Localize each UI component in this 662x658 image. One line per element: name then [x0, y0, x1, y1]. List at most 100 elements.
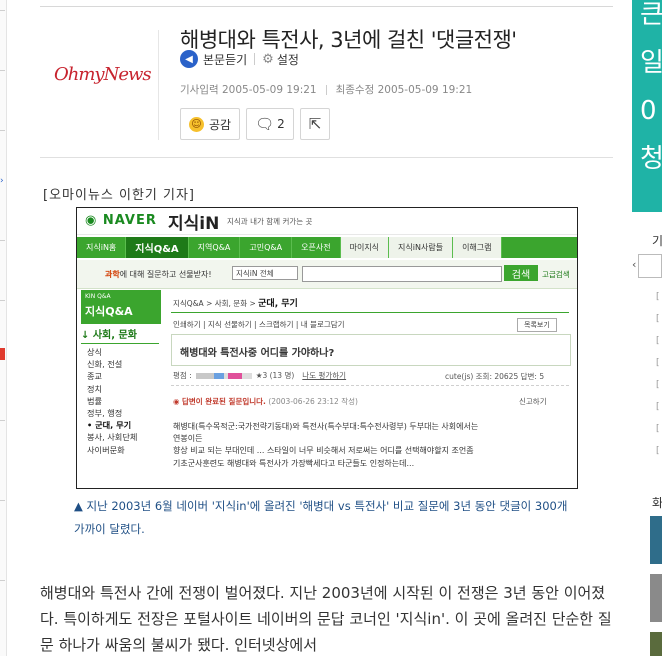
article-actions: ☺ 공감 🗨 2 ⇱: [180, 108, 331, 140]
comment-count: 2: [277, 117, 285, 131]
star-icon: ★: [255, 371, 263, 380]
divider: [171, 312, 569, 313]
right-rail: 큰 일 0 청 기 ‹ [ [ [ [ [ [ [ [ 화: [632, 0, 662, 656]
list-bullet: [: [656, 358, 660, 368]
question-stats: cute(js) 조회: 20625 답변: 5: [445, 372, 545, 381]
list-bullet: [: [656, 336, 660, 346]
divider: [0, 300, 5, 301]
rating-count: 3 (13 명): [262, 371, 295, 380]
rating-bar: [195, 372, 252, 379]
answer-status: ◉ 답변이 완료된 질문입니다. (2003-06-26 23:12 작성): [173, 397, 358, 406]
rating-row: 평점 : ★ 3 (13 명) 나도 평가하기: [173, 370, 346, 381]
question-line: 기초군사훈련도 해병대와 특전사가 가장빡세다고 타군들도 인정하는데...: [173, 458, 415, 468]
banner-char: 청: [640, 144, 662, 174]
naver-tab: 지식Q&A: [126, 237, 189, 258]
naver-tab: 지식iN사람들: [389, 237, 454, 258]
list-bullet: [: [656, 402, 660, 412]
breadcrumb: 지식Q&A > 사회, 문화 > 군대, 무기: [173, 299, 298, 309]
speaker-icon[interactable]: ◀: [180, 50, 198, 68]
rail-nav-box[interactable]: [638, 254, 662, 278]
banner-char: 일: [640, 48, 662, 78]
question-body: 해병대(특수목적군:국가전략기동대)와 특전사(특수부대:특수전사령부) 두부대…: [173, 421, 478, 470]
search-prompt: 과학에 대해 질문하고 선물받자!: [105, 270, 212, 279]
red-marker: [0, 348, 5, 360]
comment-icon: 🗨: [255, 115, 275, 133]
chevron-left-icon[interactable]: ‹: [632, 258, 636, 271]
article-image[interactable]: ◉ NAVER 지식iN 지식과 내가 함께 커가는 곳 지식iN홈 지식Q&A…: [76, 207, 578, 489]
ohmynews-logo[interactable]: OhmyNews: [54, 64, 152, 85]
sidebar-list: 상식 신화, 전설 종교 정치 법률 정부, 행정 • 군대, 무기 봉사, 사…: [87, 346, 137, 456]
divider: [325, 84, 327, 95]
sidebar-small-label: KIN Q&A: [85, 293, 111, 300]
naver-tab: 마이지식: [340, 237, 390, 258]
jisikin-logo: 지식iN: [168, 214, 220, 234]
divider: [158, 30, 159, 140]
article-tools: ◀ 본문듣기 ⚙ 설정: [180, 50, 299, 68]
naver-sidebar: KIN Q&A 지식Q&A ↓ 사회, 문화 상식 신화, 전설 종교 정치 법…: [77, 288, 163, 488]
left-sidebar-edge: ›: [0, 0, 7, 656]
list-bullet: [: [656, 380, 660, 390]
rail-section-label: 화: [652, 496, 662, 510]
sidebar-item: 상식: [87, 347, 103, 357]
question-title: 해병대와 특전사중 어디를 가야하나?: [180, 348, 335, 359]
rating-label: 평점 :: [173, 371, 192, 380]
sidebar-item: 종교: [87, 371, 103, 382]
divider: [40, 6, 613, 7]
question-line: 해병대(특수목적군:국가전략기동대)와 특전사(특수부대:특수전사령부) 두부대…: [173, 422, 479, 431]
chevron-right-icon[interactable]: ›: [0, 176, 4, 186]
banner-char: 큰: [640, 0, 662, 30]
naver-logo: ◉ NAVER: [85, 213, 157, 228]
comment-button[interactable]: 🗨 2: [246, 108, 294, 140]
divider: [254, 53, 256, 65]
naver-search-bar: 과학에 대해 질문하고 선물받자! 지식iN 전체 검색 고급검색: [77, 260, 577, 289]
naver-tabs: 지식iN홈 지식Q&A 지역Q&A 고민Q&A 오픈사전 마이지식 지식iN사람…: [77, 237, 577, 258]
listen-button[interactable]: 본문듣기: [203, 51, 247, 68]
modified-date: 최종수정 2005-05-09 19:21: [335, 84, 473, 96]
thumbnail-image[interactable]: [650, 516, 662, 564]
article-body: 해병대와 특전사 간에 전쟁이 벌어졌다. 지난 2003년에 시작된 이 전쟁…: [40, 584, 612, 654]
published-date: 기사입력 2005-05-09 19:21: [180, 84, 317, 96]
divider: [0, 10, 5, 11]
sidebar-item: 사이버문화: [87, 444, 125, 455]
naver-tab: 오픈사전: [292, 237, 341, 258]
naver-tab: 이해그램: [453, 237, 502, 258]
divider: [0, 240, 5, 241]
list-bullet: [: [656, 292, 660, 302]
thumbnail-image[interactable]: [650, 632, 662, 656]
search-button: 검색: [504, 265, 538, 281]
sidebar-header: KIN Q&A 지식Q&A: [81, 290, 161, 324]
sidebar-title: 지식Q&A: [85, 305, 133, 318]
like-label: 공감: [209, 117, 232, 132]
share-button[interactable]: ⇱: [299, 108, 331, 140]
reporter-byline: [오마이뉴스 이한기 기자]: [43, 188, 196, 203]
advanced-search-link: 고급검색: [542, 270, 570, 279]
rail-section-label: 기: [652, 234, 662, 248]
divider: [171, 385, 569, 386]
report-link: 신고하기: [519, 397, 547, 406]
sidebar-item-current: • 군대, 무기: [87, 420, 132, 431]
sidebar-item: 법률: [87, 395, 103, 406]
naver-tagline: 지식과 내가 함께 커가는 곳: [227, 217, 313, 226]
gear-icon[interactable]: ⚙: [262, 52, 274, 67]
sidebar-item: 신화, 전설: [87, 359, 123, 370]
share-icon: ⇱: [308, 115, 322, 133]
thumbnail-image[interactable]: [650, 574, 662, 622]
settings-button[interactable]: 설정: [277, 51, 299, 68]
alert-icon: ◉: [173, 397, 182, 406]
list-bullet: [: [656, 446, 660, 456]
naver-tab: 지식iN홈: [77, 237, 127, 258]
sidebar-item: 정부, 행정: [87, 408, 123, 419]
like-button[interactable]: ☺ 공감: [180, 108, 241, 140]
list-button: 목록보기: [517, 318, 557, 332]
divider: [0, 580, 5, 581]
search-scope-select: 지식iN 전체: [232, 266, 298, 280]
divider: [0, 130, 5, 131]
promo-banner[interactable]: 큰 일 0 청: [632, 0, 662, 212]
rate-link: 나도 평가하기: [302, 371, 347, 380]
naver-content: 지식Q&A > 사회, 문화 > 군대, 무기 인쇄하기 | 지식 선물하기 |…: [165, 288, 577, 488]
question-tools: 인쇄하기 | 지식 선물하기 | 스크랩하기 | 내 블로그담기: [173, 320, 345, 329]
question-line: 연봉이든: [173, 434, 203, 444]
sidebar-item: 봉사, 사회단체: [87, 432, 138, 443]
sidebar-category: ↓ 사회, 문화: [81, 326, 159, 344]
divider: [0, 500, 5, 501]
